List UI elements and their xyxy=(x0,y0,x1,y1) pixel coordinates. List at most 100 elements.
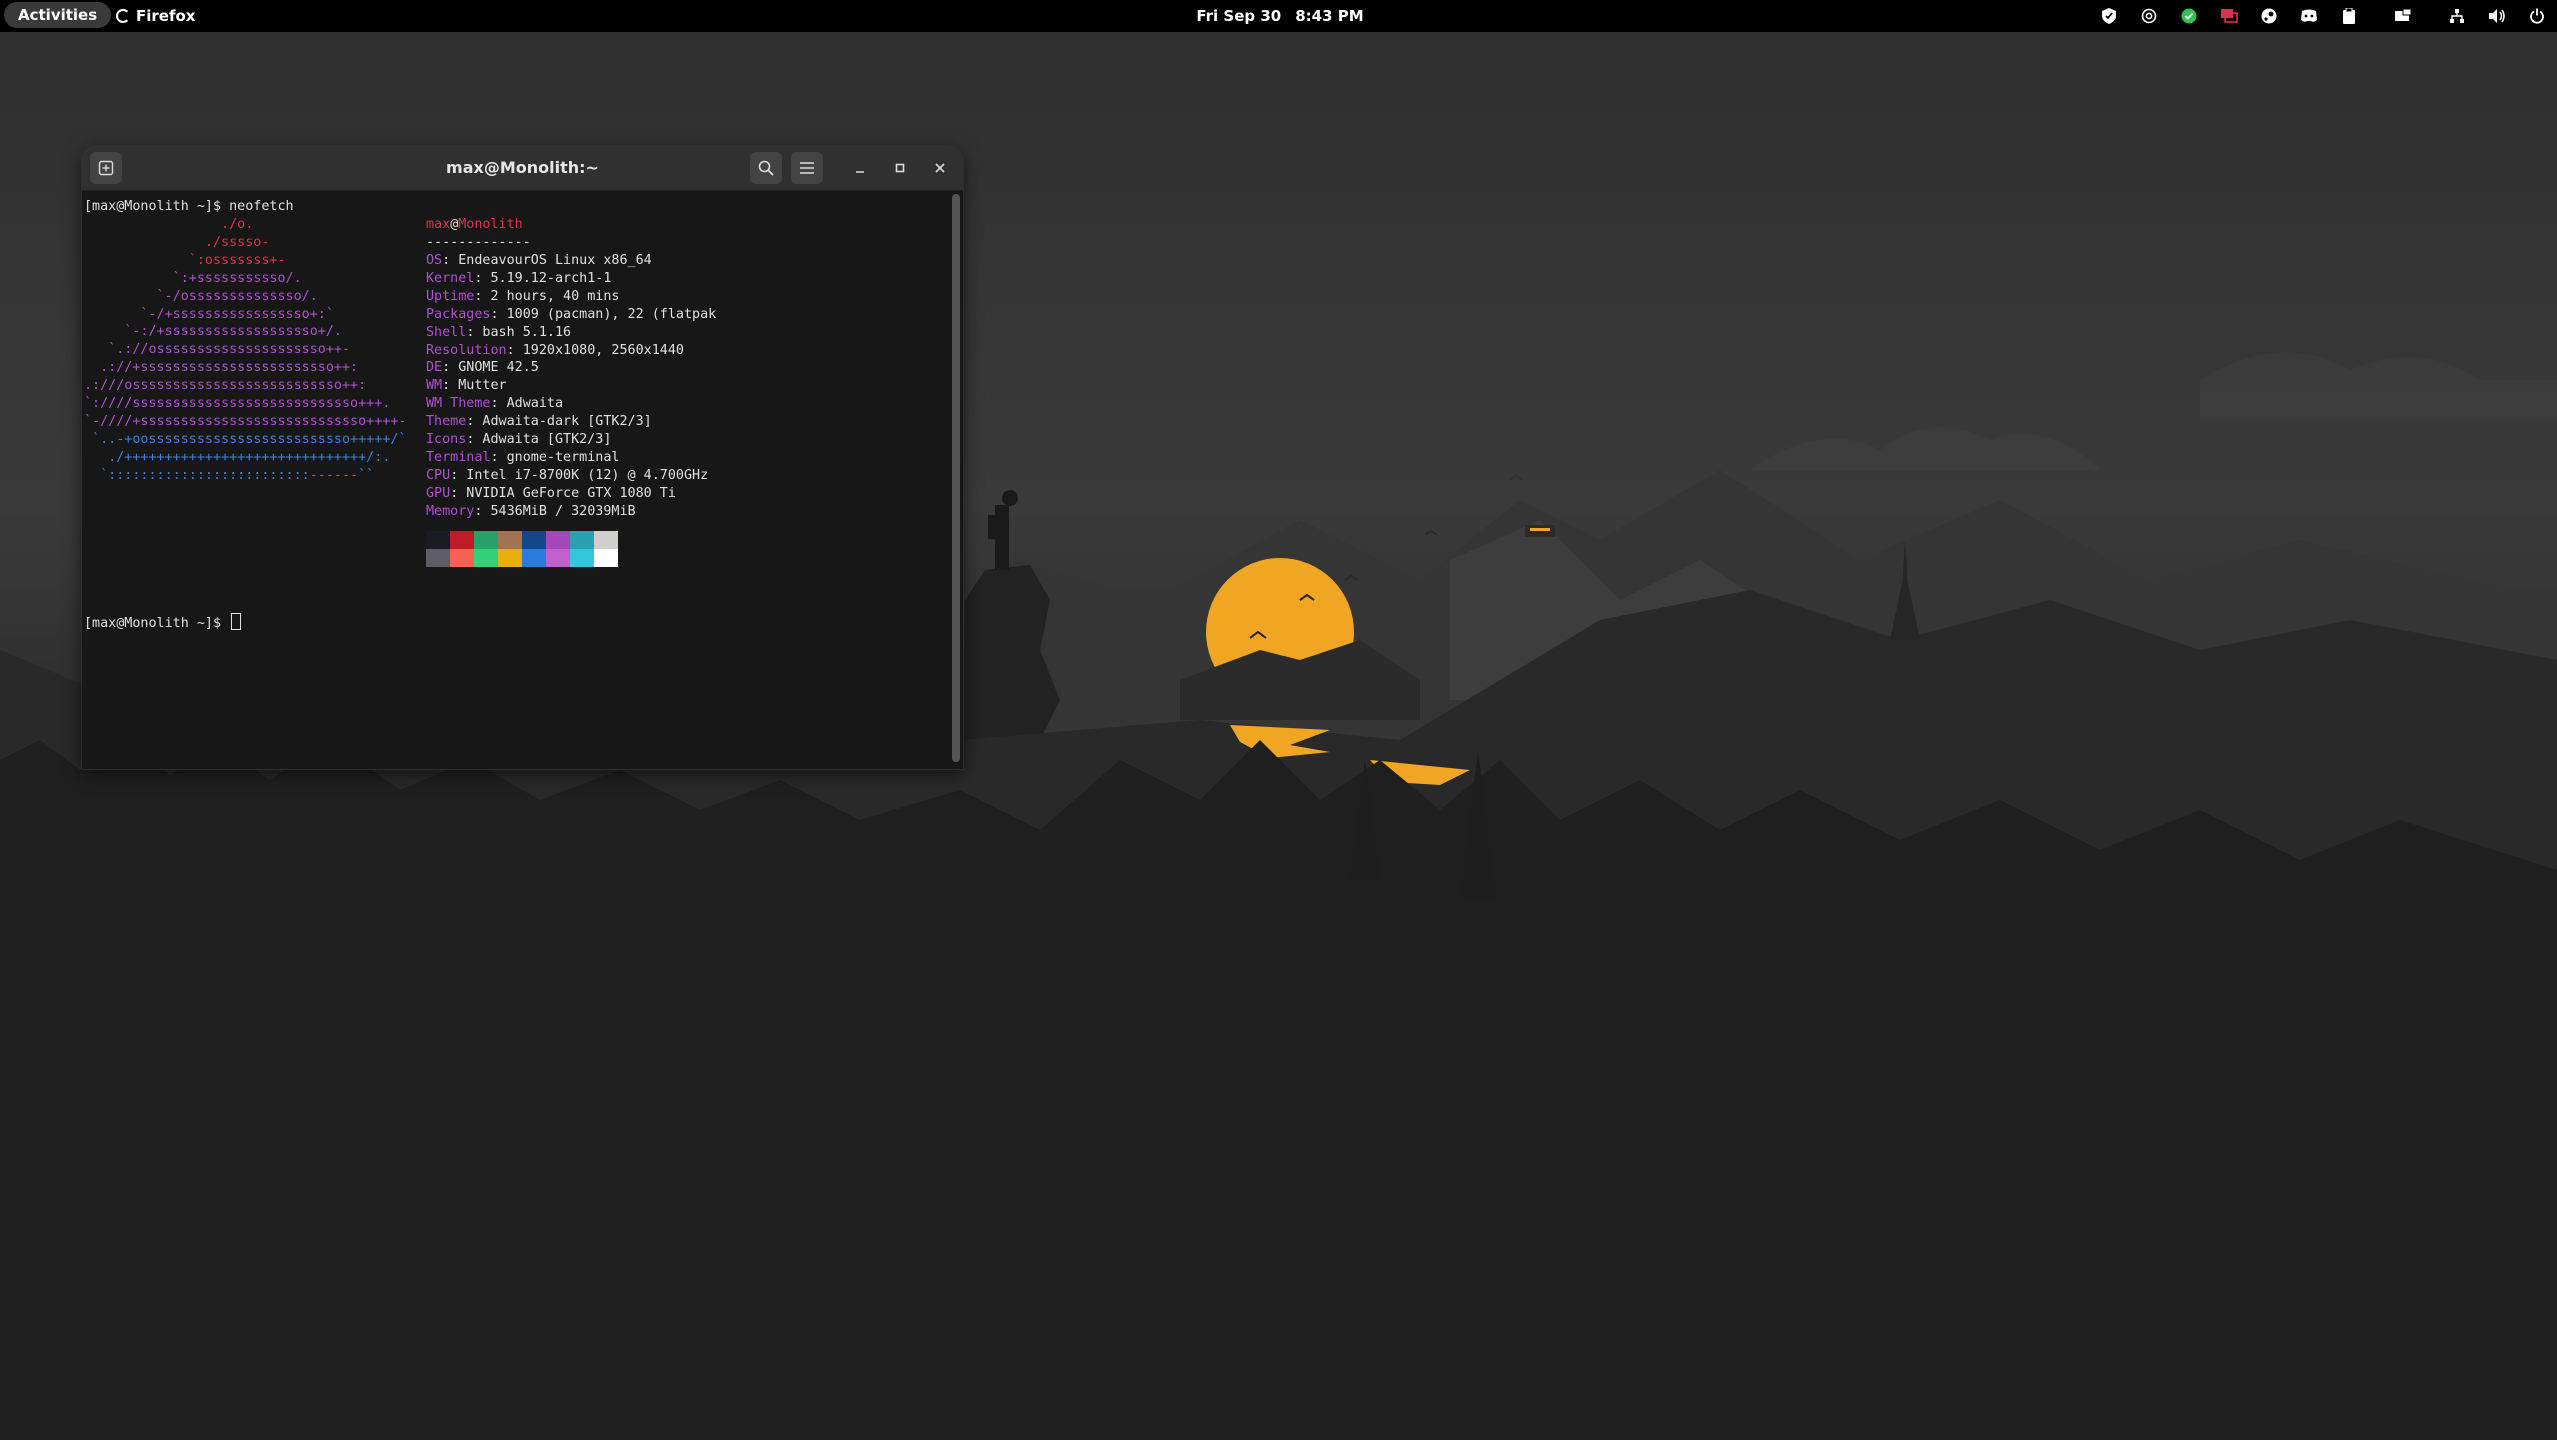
shield-icon[interactable] xyxy=(2099,6,2119,26)
color-swatch xyxy=(450,548,474,567)
logo-line: `:::::::::::::::::::::::::------`` xyxy=(84,467,375,483)
info-value: : 1009 (pacman), 22 (flatpak xyxy=(490,306,717,322)
maximize-icon xyxy=(895,163,905,173)
app-menu-label: Firefox xyxy=(136,7,196,25)
info-key: OS xyxy=(426,253,443,268)
info-line: Uptime: 2 hours, 40 mins xyxy=(426,288,620,306)
info-line: OS: EndeavourOS Linux x86_64 xyxy=(426,252,652,270)
info-line: WM Theme: Adwaita xyxy=(426,395,563,413)
info-value: : EndeavourOS Linux x86_64 xyxy=(442,253,652,268)
info-line: WM: Mutter xyxy=(426,377,507,395)
menu-button[interactable] xyxy=(791,152,823,184)
logo-line: `-:/+sssssssssssssssssso+/. xyxy=(84,324,342,340)
firefox-icon xyxy=(116,9,130,23)
info-value: : GNOME 42.5 xyxy=(442,360,539,376)
color-swatch xyxy=(522,548,546,567)
info-key: Resolution xyxy=(426,342,507,358)
network-icon[interactable] xyxy=(2447,6,2467,26)
close-button[interactable] xyxy=(928,156,952,180)
logo-line: .:///ossssssssssssssssssssssssso++: xyxy=(84,378,367,394)
logo-line: `:+sssssssssso/. xyxy=(84,270,302,286)
info-value: : gnome-terminal xyxy=(490,449,620,465)
info-line: Resolution: 1920x1080, 2560x1440 xyxy=(426,342,684,360)
info-key: DE xyxy=(426,360,443,376)
maximize-button[interactable] xyxy=(888,156,912,180)
search-button[interactable] xyxy=(750,152,782,184)
logo-line: `-/ossssssssssssso/. xyxy=(84,288,318,304)
color-swatch xyxy=(474,548,498,567)
info-line: Terminal: gnome-terminal xyxy=(426,449,620,467)
logo-line: ./sssso- xyxy=(84,234,270,250)
info-value: : Mutter xyxy=(442,378,507,394)
info-line: CPU: Intel i7-8700K (12) @ 4.700GHz xyxy=(426,467,708,485)
app-menu[interactable]: Firefox xyxy=(116,0,195,32)
steam-icon[interactable] xyxy=(2259,6,2279,26)
color-swatch xyxy=(498,530,522,549)
info-key: Shell xyxy=(426,324,467,340)
close-icon xyxy=(935,163,945,173)
screen-share-icon[interactable] xyxy=(2393,6,2413,26)
info-value: : 5.19.12-arch1-1 xyxy=(474,270,612,286)
minimize-icon xyxy=(856,171,864,173)
power-icon[interactable] xyxy=(2527,6,2547,26)
info-line: GPU: NVIDIA GeForce GTX 1080 Ti xyxy=(426,485,676,503)
minimize-button[interactable] xyxy=(848,156,872,180)
logo-line: ./++++++++++++++++++++++++++++++/:. xyxy=(84,449,391,465)
check-circle-icon[interactable] xyxy=(2179,6,2199,26)
color-swatch xyxy=(570,548,594,567)
color-swatch xyxy=(498,548,522,567)
color-swatch xyxy=(450,530,474,549)
discord-icon[interactable] xyxy=(2299,6,2319,26)
logo-line: `.://osssssssssssssssssssso++- xyxy=(84,342,351,358)
info-key: WM xyxy=(426,378,443,394)
color-swatch xyxy=(474,530,498,549)
display-icon[interactable] xyxy=(2219,6,2239,26)
window-title: max@Monolith:~ xyxy=(446,158,599,177)
clipboard-icon[interactable] xyxy=(2339,6,2359,26)
host-name: Monolith xyxy=(458,217,523,232)
info-line: Memory: 5436MiB / 32039MiB xyxy=(426,503,636,521)
text-cursor xyxy=(231,613,242,630)
logo-line: `:////ssssssssssssssssssssssssssso+++. xyxy=(84,396,391,411)
terminal-output[interactable]: [max@Monolith ~]$ neofetch max@Monolith … xyxy=(84,190,944,767)
logo-line: `:osssssss+- xyxy=(84,252,286,268)
terminal-titlebar[interactable]: max@Monolith:~ xyxy=(82,146,963,191)
color-swatch xyxy=(426,548,450,567)
info-line: Packages: 1009 (pacman), 22 (flatpak xyxy=(426,306,716,324)
volume-icon[interactable] xyxy=(2487,6,2507,26)
color-swatch xyxy=(594,530,618,549)
info-value: : Intel i7-8700K (12) @ 4.700GHz xyxy=(450,467,709,483)
info-line: Kernel: 5.19.12-arch1-1 xyxy=(426,270,611,288)
activities-button[interactable]: Activities xyxy=(4,2,112,28)
info-value: : 5436MiB / 32039MiB xyxy=(474,503,636,519)
info-value: : Adwaita xyxy=(490,396,564,412)
terminal-window[interactable]: max@Monolith:~ [max@Monolith ~]$ neofetc… xyxy=(82,146,963,769)
clock[interactable]: Fri Sep 30 8:43 PM xyxy=(1180,0,1380,32)
info-key: WM Theme xyxy=(426,396,491,412)
command-line: [max@Monolith ~]$ neofetch xyxy=(84,199,294,214)
search-icon xyxy=(758,160,774,176)
info-key: Uptime xyxy=(426,288,475,304)
info-key: Terminal xyxy=(426,449,491,465)
color-swatch xyxy=(546,548,570,567)
user-name: max xyxy=(426,217,451,232)
info-key: Theme xyxy=(426,414,467,430)
at-sign-icon[interactable] xyxy=(2139,6,2159,26)
logo-line: `..-+oosssssssssssssssssssssssso+++++/` xyxy=(84,431,407,447)
scrollbar[interactable] xyxy=(952,194,960,762)
info-key: CPU xyxy=(426,467,451,483)
top-bar: Activities Firefox Fri Sep 30 8:43 PM xyxy=(0,0,2557,32)
prompt-line[interactable]: [max@Monolith ~]$ xyxy=(84,613,242,633)
scrollbar-thumb[interactable] xyxy=(952,194,960,762)
info-value: : Adwaita-dark [GTK2/3] xyxy=(466,414,652,430)
logo-line: ./o. xyxy=(84,217,254,232)
info-line: DE: GNOME 42.5 xyxy=(426,359,539,377)
hamburger-menu-icon xyxy=(800,162,814,174)
system-tray xyxy=(2079,0,2547,32)
clock-time: 8:43 PM xyxy=(1295,7,1364,25)
info-line: Shell: bash 5.1.16 xyxy=(426,324,571,342)
info-line: Icons: Adwaita [GTK2/3] xyxy=(426,431,611,449)
color-swatch xyxy=(546,530,570,549)
info-value: : 1920x1080, 2560x1440 xyxy=(506,342,684,358)
separator-line: ------------- xyxy=(426,235,531,250)
